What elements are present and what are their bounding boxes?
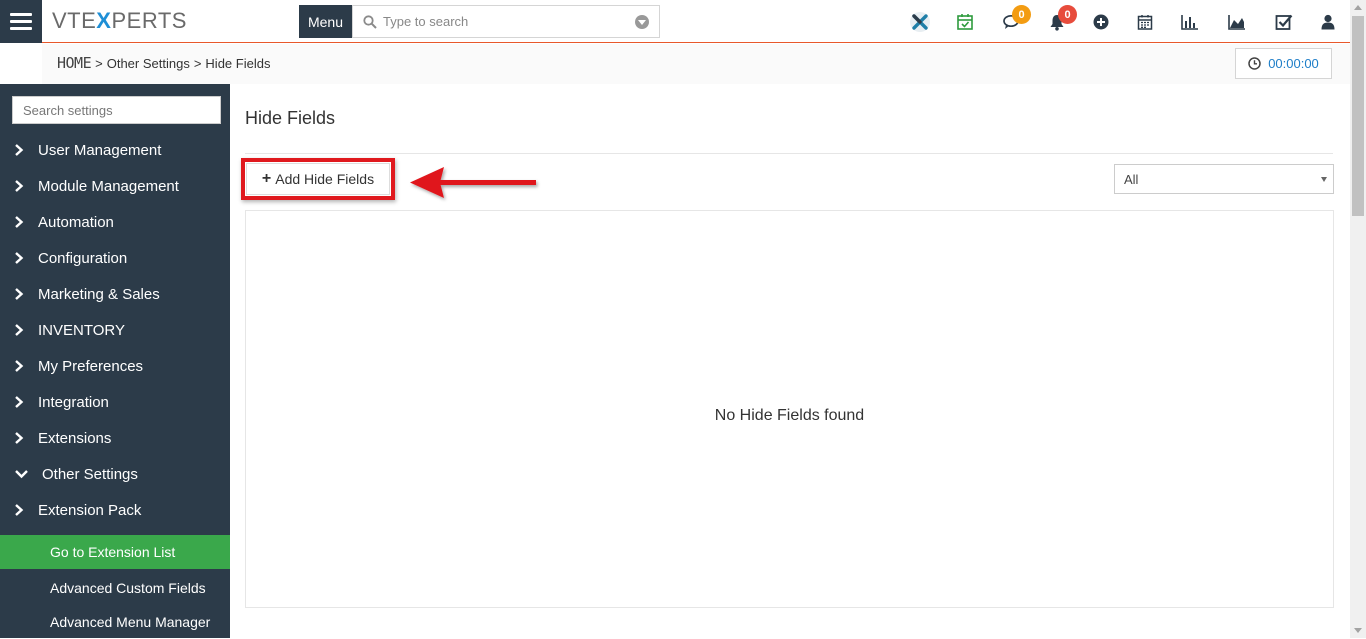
sidebar-subitem-advanced-custom-fields[interactable]: Advanced Custom Fields (0, 571, 230, 605)
sidebar-item-label: Other Settings (42, 465, 138, 483)
sidebar-item-label: Marketing & Sales (38, 285, 160, 303)
settings-search-box (12, 96, 221, 124)
filter-selected-value: All (1124, 171, 1139, 187)
chevron-right-icon (15, 324, 24, 336)
search-icon (363, 14, 377, 29)
sidebar-item-label: Integration (38, 393, 109, 411)
sidebar-item-label: Module Management (38, 177, 179, 195)
scroll-up-arrow-icon[interactable] (1354, 5, 1362, 10)
breadcrumb-other-settings[interactable]: Other Settings (107, 56, 190, 71)
breadcrumb-bar: HOME > Other Settings > Hide Fields 00:0… (0, 44, 1350, 84)
sidebar-item-label: INVENTORY (38, 321, 125, 339)
add-hide-fields-label: Add Hide Fields (275, 171, 375, 187)
sidebar-item-other-settings[interactable]: Other Settings (0, 456, 230, 492)
sidebar-item-label: User Management (38, 141, 162, 159)
page-scrollbar[interactable] (1350, 0, 1366, 638)
breadcrumb: HOME > Other Settings > Hide Fields (57, 54, 270, 72)
sidebar-item-label: Automation (38, 213, 114, 231)
sidebar-item-my-preferences[interactable]: My Preferences (0, 348, 230, 384)
bell-icon[interactable]: 0 (1046, 5, 1077, 33)
settings-sidebar: User Management Module Management Automa… (0, 84, 230, 638)
scroll-down-arrow-icon[interactable] (1354, 628, 1362, 633)
sidebar-item-user-management[interactable]: User Management (0, 132, 230, 168)
calendar-check-icon[interactable] (954, 11, 976, 33)
timer-value: 00:00:00 (1268, 56, 1319, 71)
add-plus-circle-icon[interactable] (1090, 11, 1112, 33)
sidebar-item-extension-pack[interactable]: Extension Pack (0, 492, 230, 528)
settings-search-input[interactable] (13, 97, 220, 123)
bar-chart-icon[interactable] (1179, 11, 1201, 33)
sidebar-item-configuration[interactable]: Configuration (0, 240, 230, 276)
chevron-right-icon (15, 216, 24, 228)
sidebar-item-label: Configuration (38, 249, 128, 267)
clock-icon (1248, 57, 1261, 70)
vtexperts-x-icon[interactable] (909, 11, 931, 33)
sidebar-item-inventory[interactable]: INVENTORY (0, 312, 230, 348)
timer-button[interactable]: 00:00:00 (1235, 48, 1332, 79)
chevron-right-icon (15, 288, 24, 300)
sidebar-item-marketing-sales[interactable]: Marketing & Sales (0, 276, 230, 312)
divider (245, 153, 1333, 154)
sidebar-subitem-go-to-extension-list[interactable]: Go to Extension List (0, 535, 230, 569)
chevron-down-icon (14, 470, 28, 479)
sidebar-item-label: Extension Pack (38, 501, 142, 519)
global-search (352, 5, 660, 38)
sidebar-item-extensions[interactable]: Extensions (0, 420, 230, 456)
breadcrumb-home[interactable]: HOME (57, 54, 92, 72)
vtexperts-logo[interactable]: VTEXPERTS (52, 8, 187, 34)
sidebar-item-label: Extensions (38, 429, 112, 447)
search-filter-dropdown-icon[interactable] (635, 15, 649, 29)
breadcrumb-separator: > (95, 56, 103, 71)
chevron-right-icon (15, 396, 24, 408)
chevron-right-icon (15, 360, 24, 372)
empty-state-message: No Hide Fields found (714, 407, 865, 424)
filter-select[interactable]: All (1114, 164, 1334, 194)
sidebar-item-module-management[interactable]: Module Management (0, 168, 230, 204)
plus-icon: + (261, 170, 272, 187)
task-checkbox-icon[interactable] (1273, 11, 1295, 33)
sidebar-subitem-advanced-menu-manager[interactable]: Advanced Menu Manager (0, 605, 230, 639)
chevron-right-icon (15, 144, 24, 156)
area-chart-icon[interactable] (1226, 11, 1248, 33)
chevron-right-icon (15, 252, 24, 264)
page-title: Hide Fields (245, 108, 336, 128)
chevron-right-icon (15, 504, 24, 516)
sidebar-subitem-label: Advanced Custom Fields (50, 580, 206, 596)
sidebar-item-automation[interactable]: Automation (0, 204, 230, 240)
chat-icon[interactable]: 0 (1000, 5, 1031, 33)
chat-count-badge: 0 (1012, 5, 1031, 24)
menu-button[interactable]: Menu (299, 5, 352, 38)
add-hide-fields-button[interactable]: + Add Hide Fields (246, 163, 390, 195)
sidebar-item-integration[interactable]: Integration (0, 384, 230, 420)
top-navbar: VTEXPERTS Menu 0 (0, 0, 1350, 43)
user-profile-icon[interactable] (1317, 11, 1339, 33)
caret-down-icon (1321, 177, 1327, 182)
scrollbar-thumb[interactable] (1352, 16, 1364, 216)
hamburger-menu-icon[interactable] (0, 0, 42, 43)
hide-fields-list: No Hide Fields found (245, 210, 1334, 608)
notification-count-badge: 0 (1058, 5, 1077, 24)
chevron-right-icon (15, 432, 24, 444)
calendar-icon[interactable] (1134, 11, 1156, 33)
breadcrumb-separator: > (193, 56, 202, 71)
red-arrow-annotation-icon (410, 167, 536, 198)
breadcrumb-current: Hide Fields (205, 56, 271, 71)
sidebar-subitem-label: Advanced Menu Manager (50, 614, 211, 630)
global-search-input[interactable] (383, 14, 633, 29)
chevron-right-icon (15, 180, 24, 192)
sidebar-item-label: My Preferences (38, 357, 144, 375)
sidebar-subitem-label: Go to Extension List (50, 544, 176, 560)
